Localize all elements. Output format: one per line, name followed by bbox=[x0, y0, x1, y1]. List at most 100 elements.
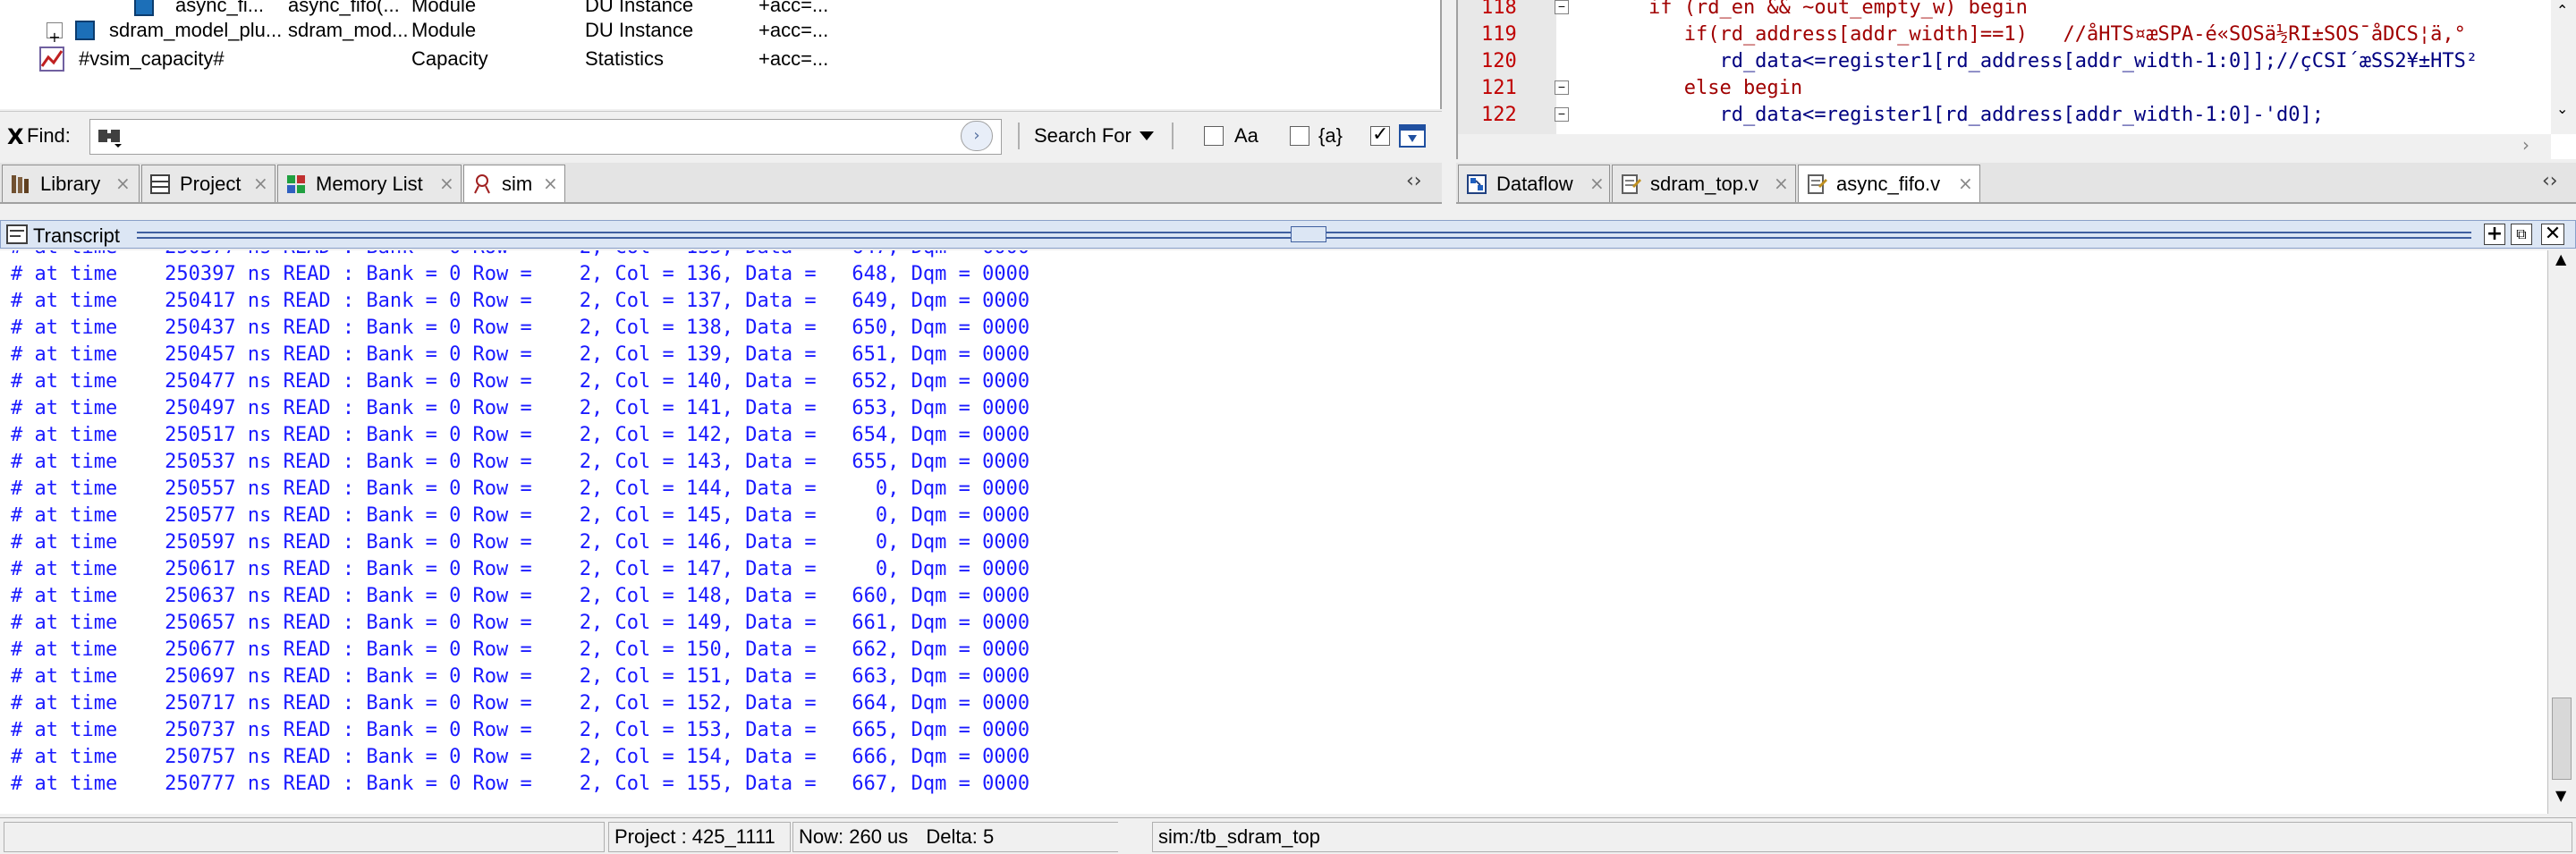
status-now-value: Now: 260 us bbox=[799, 825, 909, 848]
transcript-line: # at time 250457 ns READ : Bank = 0 Row … bbox=[11, 343, 1030, 366]
fold-marker-icon[interactable]: − bbox=[1555, 80, 1569, 95]
wrap-checkbox[interactable] bbox=[1370, 123, 1390, 146]
toolbar-separator bbox=[1172, 123, 1174, 149]
tab-memory-list[interactable]: Memory List × bbox=[277, 165, 462, 202]
binoculars-icon[interactable] bbox=[97, 126, 123, 148]
chevron-down-icon[interactable] bbox=[1140, 131, 1154, 142]
status-project: Project : 425_1111 bbox=[608, 822, 791, 852]
visibility: +acc=... bbox=[758, 47, 829, 70]
tab-library[interactable]: Library × bbox=[2, 165, 140, 202]
dataflow-icon bbox=[1467, 174, 1487, 194]
tab-label: async_fifo.v bbox=[1836, 173, 1941, 195]
transcript-line: # at time 250437 ns READ : Bank = 0 Row … bbox=[11, 317, 1030, 339]
transcript-line: # at time 250577 ns READ : Bank = 0 Row … bbox=[11, 504, 1030, 527]
editor-horizontal-scrollbar[interactable]: › bbox=[1458, 134, 2551, 159]
source-editor[interactable]: 118 − if (rd_en && ~out_empty_w) begin 1… bbox=[1456, 0, 2576, 159]
structure-row[interactable]: #vsim_capacity# Capacity Statistics +acc… bbox=[0, 45, 1431, 73]
right-tab-strip: Dataflow × sdram_top.v × async_fifo.v × … bbox=[1456, 163, 2576, 204]
tab-label: Project bbox=[180, 173, 242, 195]
module-icon bbox=[75, 21, 95, 40]
close-icon[interactable]: × bbox=[253, 173, 268, 194]
editor-vertical-scrollbar[interactable]: ⌃ ⌄ bbox=[2551, 0, 2576, 134]
tab-scroll-arrows-icon[interactable]: ‹› bbox=[1406, 170, 1422, 192]
scroll-down-icon[interactable]: ⌄ bbox=[2556, 100, 2568, 117]
sim-icon bbox=[474, 174, 490, 194]
fold-marker-icon[interactable]: − bbox=[1555, 0, 1569, 14]
code-line: if (rd_en && ~out_empty_w) begin bbox=[1601, 0, 2028, 19]
close-icon[interactable]: × bbox=[439, 173, 454, 194]
line-number: 118 bbox=[1481, 0, 1517, 19]
tab-scroll-arrows-icon[interactable]: ‹› bbox=[2542, 170, 2558, 192]
regex-label: {a} bbox=[1318, 124, 1343, 147]
project-icon bbox=[150, 174, 170, 194]
code-line: rd_data<=register1[rd_address[addr_width… bbox=[1601, 50, 2479, 72]
scroll-up-icon[interactable]: ⌃ bbox=[2556, 2, 2568, 19]
transcript-line: # at time 250417 ns READ : Bank = 0 Row … bbox=[11, 290, 1030, 312]
transcript-line: # at time 250557 ns READ : Bank = 0 Row … bbox=[11, 478, 1030, 500]
tab-dataflow[interactable]: Dataflow × bbox=[1458, 165, 1610, 202]
fold-marker-icon[interactable]: − bbox=[1555, 107, 1569, 122]
tab-sim[interactable]: sim × bbox=[463, 165, 565, 202]
transcript-output[interactable]: # at time 250377 ns READ : Bank = 0 Row … bbox=[0, 250, 2547, 814]
module-icon bbox=[134, 0, 154, 16]
close-icon[interactable]: × bbox=[1774, 173, 1789, 194]
instance-category: DU Instance bbox=[585, 19, 694, 41]
transcript-line: # at time 250377 ns READ : Bank = 0 Row … bbox=[11, 250, 1030, 261]
tab-sdram-top[interactable]: sdram_top.v × bbox=[1612, 165, 1796, 202]
scrollbar-thumb[interactable] bbox=[2552, 698, 2572, 780]
design-unit-type: Module bbox=[411, 19, 477, 41]
search-for-dropdown[interactable]: Search For bbox=[1034, 124, 1131, 148]
tab-label: sim bbox=[502, 173, 533, 195]
tab-async-fifo[interactable]: async_fifo.v × bbox=[1798, 165, 1980, 202]
drag-handle-icon[interactable] bbox=[1291, 226, 1326, 242]
transcript-line: # at time 250497 ns READ : Bank = 0 Row … bbox=[11, 397, 1030, 419]
instance-name: sdram_model_plu... bbox=[109, 19, 283, 41]
design-unit-type: Capacity bbox=[411, 47, 488, 70]
structure-row[interactable]: + sdram_model_plu... sdram_mod... Module… bbox=[0, 16, 1431, 46]
close-icon[interactable]: × bbox=[543, 173, 558, 194]
scroll-right-icon[interactable]: › bbox=[2522, 134, 2529, 156]
status-context: sim:/tb_sdram_top bbox=[1152, 822, 2572, 852]
scroll-down-icon[interactable]: ▼ bbox=[2555, 787, 2566, 804]
status-bar: Project : 425_1111 Now: 260 us Delta: 5 … bbox=[0, 817, 2576, 854]
design-unit: sdram_mod... bbox=[288, 19, 409, 41]
transcript-line: # at time 250717 ns READ : Bank = 0 Row … bbox=[11, 692, 1030, 714]
toolbar-separator bbox=[1018, 123, 1020, 149]
match-case-checkbox[interactable] bbox=[1204, 126, 1224, 146]
close-find-icon[interactable]: X bbox=[7, 124, 24, 149]
tab-label: Dataflow bbox=[1496, 173, 1573, 195]
line-number: 121 bbox=[1481, 77, 1517, 99]
status-now: Now: 260 us Delta: 5 bbox=[792, 822, 1118, 852]
transcript-line: # at time 250757 ns READ : Bank = 0 Row … bbox=[11, 746, 1030, 768]
close-icon[interactable]: × bbox=[1589, 173, 1605, 194]
close-icon[interactable]: × bbox=[1958, 173, 1973, 194]
memory-icon bbox=[287, 175, 305, 193]
regex-checkbox[interactable] bbox=[1290, 126, 1309, 146]
close-icon[interactable]: × bbox=[115, 173, 131, 194]
transcript-header[interactable]: Transcript + ⧉ ✕ bbox=[0, 220, 2576, 249]
find-toolbar: X Find: › Search For Aa {a} bbox=[0, 111, 1442, 159]
expand-plus-icon[interactable]: + bbox=[47, 22, 63, 46]
visibility: +acc=... bbox=[758, 19, 829, 41]
tab-label: Library bbox=[40, 173, 101, 195]
find-next-icon[interactable]: › bbox=[961, 121, 993, 151]
code-line: rd_data<=register1[rd_address[addr_width… bbox=[1601, 104, 2324, 126]
transcript-line: # at time 250517 ns READ : Bank = 0 Row … bbox=[11, 424, 1030, 446]
close-pane-icon[interactable]: ✕ bbox=[2541, 224, 2564, 245]
transcript-line: # at time 250657 ns READ : Bank = 0 Row … bbox=[11, 612, 1030, 634]
tab-project[interactable]: Project × bbox=[141, 165, 275, 202]
find-label: Find: bbox=[27, 124, 71, 147]
transcript-title: Transcript bbox=[33, 224, 120, 247]
code-line: else begin bbox=[1601, 77, 1803, 99]
add-pane-icon[interactable]: + bbox=[2484, 224, 2505, 245]
line-number: 120 bbox=[1481, 50, 1517, 72]
transcript-vertical-scrollbar[interactable]: ▲ ▼ bbox=[2547, 250, 2576, 814]
undock-icon[interactable]: ⧉ bbox=[2511, 224, 2532, 245]
dock-toggle-icon[interactable] bbox=[1399, 124, 1426, 148]
transcript-line: # at time 250637 ns READ : Bank = 0 Row … bbox=[11, 585, 1030, 607]
transcript-line: # at time 250397 ns READ : Bank = 0 Row … bbox=[11, 263, 1030, 285]
scroll-up-icon[interactable]: ▲ bbox=[2555, 250, 2566, 267]
tab-label: Memory List bbox=[316, 173, 423, 195]
find-input[interactable] bbox=[89, 119, 1002, 155]
left-tab-strip: Library × Project × Memory List × sim × … bbox=[0, 163, 1442, 204]
